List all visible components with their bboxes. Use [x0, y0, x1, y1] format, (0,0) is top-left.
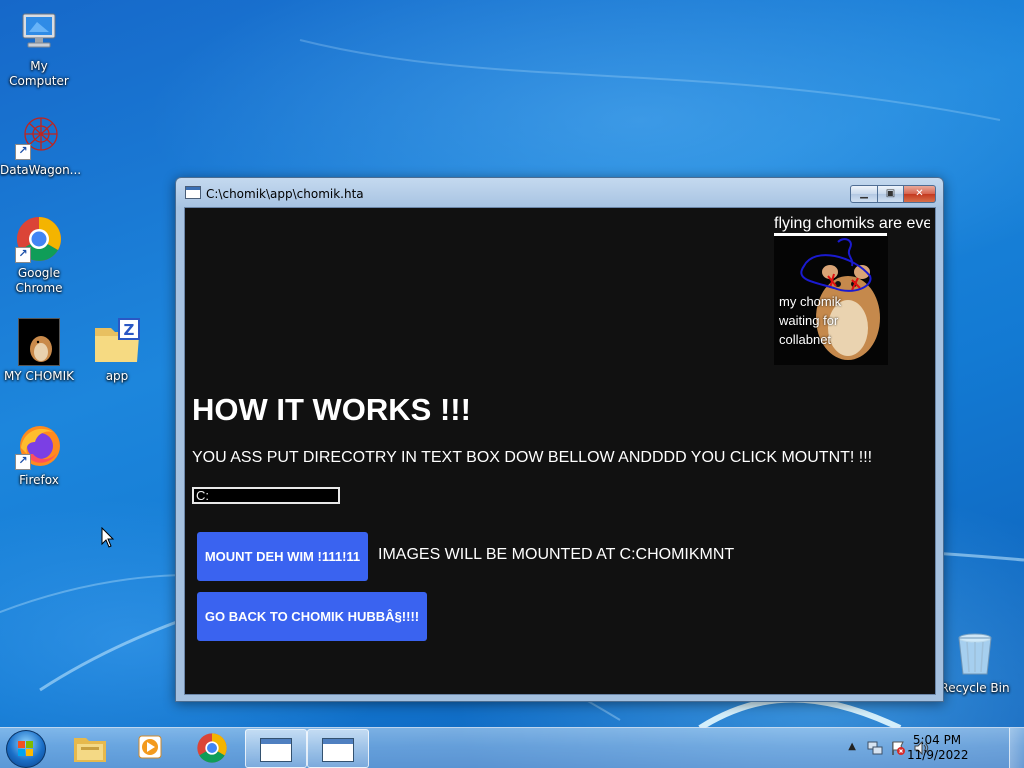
- hamster-image: my chomik waiting for collabnet: [774, 236, 888, 365]
- clock-date: 11/9/2022: [907, 748, 969, 762]
- directory-input[interactable]: [192, 487, 340, 504]
- desktop-icon-app[interactable]: Z app: [78, 318, 156, 384]
- back-to-hub-button[interactable]: GO BACK TO CHOMIK HUBBÂ§!!!!: [197, 592, 427, 641]
- close-button[interactable]: ✕: [904, 185, 936, 203]
- computer-icon: [15, 8, 63, 56]
- page-heading: HOW IT WORKS !!!: [192, 392, 471, 427]
- desktop-icon-datawagon[interactable]: ↗ DataWagon...: [0, 112, 82, 178]
- window-controls: ▁ ▣ ✕: [850, 185, 936, 203]
- taskbar-explorer[interactable]: [58, 729, 118, 766]
- minimize-button[interactable]: ▁: [850, 185, 878, 203]
- window-app-icon: [185, 186, 201, 199]
- caption-line: waiting for: [779, 313, 839, 328]
- folder-zip-icon: Z: [93, 318, 141, 366]
- caption-line: collabnet: [779, 332, 832, 347]
- chrome-icon: [197, 733, 227, 763]
- hta-window[interactable]: C:\chomik\app\chomik.hta ▁ ▣ ✕ flying ch…: [175, 177, 944, 702]
- desktop-icon-label: MY CHOMIK: [3, 369, 75, 383]
- shortcut-arrow-icon: ↗: [15, 247, 31, 263]
- mouse-cursor-icon: [101, 527, 115, 548]
- hta-window-icon: [322, 738, 354, 762]
- show-desktop-button[interactable]: [1009, 728, 1024, 768]
- taskbar: ▲ 5:04 PM 11/9/2022: [0, 727, 1024, 768]
- desktop-icon-label: app: [105, 369, 129, 383]
- desktop-icon-firefox[interactable]: ↗ Firefox: [0, 422, 78, 488]
- close-icon: ✕: [915, 188, 924, 199]
- shortcut-arrow-icon: ↗: [15, 144, 31, 160]
- taskbar-chrome[interactable]: [182, 729, 242, 766]
- action-center-flag-icon[interactable]: [890, 740, 906, 756]
- mount-location-note: IMAGES WILL BE MOUNTED AT C:CHOMIKMNT: [378, 546, 735, 563]
- hta-content: flying chomiks are eve my chomik waiting…: [184, 207, 936, 695]
- mount-button[interactable]: MOUNT DEH WIM !111!11: [197, 532, 368, 581]
- desktop-icon-label: DataWagon...: [0, 163, 82, 177]
- recycle-bin-icon: [951, 630, 999, 678]
- desktop-icon-label: Firefox: [19, 473, 59, 487]
- caption-line: my chomik: [779, 294, 842, 309]
- svg-text:Z: Z: [124, 321, 135, 339]
- window-titlebar[interactable]: C:\chomik\app\chomik.hta ▁ ▣ ✕: [176, 178, 943, 208]
- desktop-icon-label: My Computer: [9, 59, 69, 88]
- hamster-image-icon: [18, 318, 60, 366]
- shortcut-arrow-icon: ↗: [15, 454, 31, 470]
- desktop-icon-label: Recycle Bin: [940, 681, 1010, 695]
- desktop-icon-google-chrome[interactable]: ↗ Google Chrome: [0, 215, 78, 296]
- network-icon[interactable]: [867, 740, 883, 756]
- desktop-icon-my-chomik[interactable]: MY CHOMIK: [0, 318, 78, 384]
- instructions-text: YOU ASS PUT DIRECOTRY IN TEXT BOX DOW BE…: [192, 449, 873, 466]
- maximize-icon: ▣: [885, 188, 896, 199]
- desktop-icon-label: Google Chrome: [15, 266, 63, 295]
- explorer-icon: [74, 738, 106, 762]
- hta-window-icon: [260, 738, 292, 762]
- show-hidden-icons-arrow[interactable]: ▲: [848, 741, 856, 752]
- taskbar-hta-window[interactable]: [307, 729, 369, 768]
- window-title: C:\chomik\app\chomik.hta: [206, 187, 364, 201]
- taskbar-media-player[interactable]: [120, 729, 180, 766]
- start-button[interactable]: [6, 730, 46, 768]
- taskbar-hta-window[interactable]: [245, 729, 307, 768]
- minimize-icon: ▁: [860, 188, 868, 199]
- firefox-icon: ↗: [15, 422, 63, 470]
- maximize-button[interactable]: ▣: [878, 185, 904, 203]
- datawagon-icon: ↗: [15, 112, 63, 160]
- system-clock[interactable]: 5:04 PM 11/9/2022: [907, 733, 969, 763]
- desktop-icon-recycle-bin[interactable]: Recycle Bin: [936, 630, 1014, 696]
- hamster-caption: my chomik waiting for collabnet: [779, 292, 841, 349]
- desktop-icon-my-computer[interactable]: My Computer: [0, 8, 78, 89]
- clock-time: 5:04 PM: [912, 733, 962, 747]
- media-player-icon: [138, 735, 162, 759]
- windows-logo-icon: [18, 741, 33, 756]
- chrome-icon: ↗: [15, 215, 63, 263]
